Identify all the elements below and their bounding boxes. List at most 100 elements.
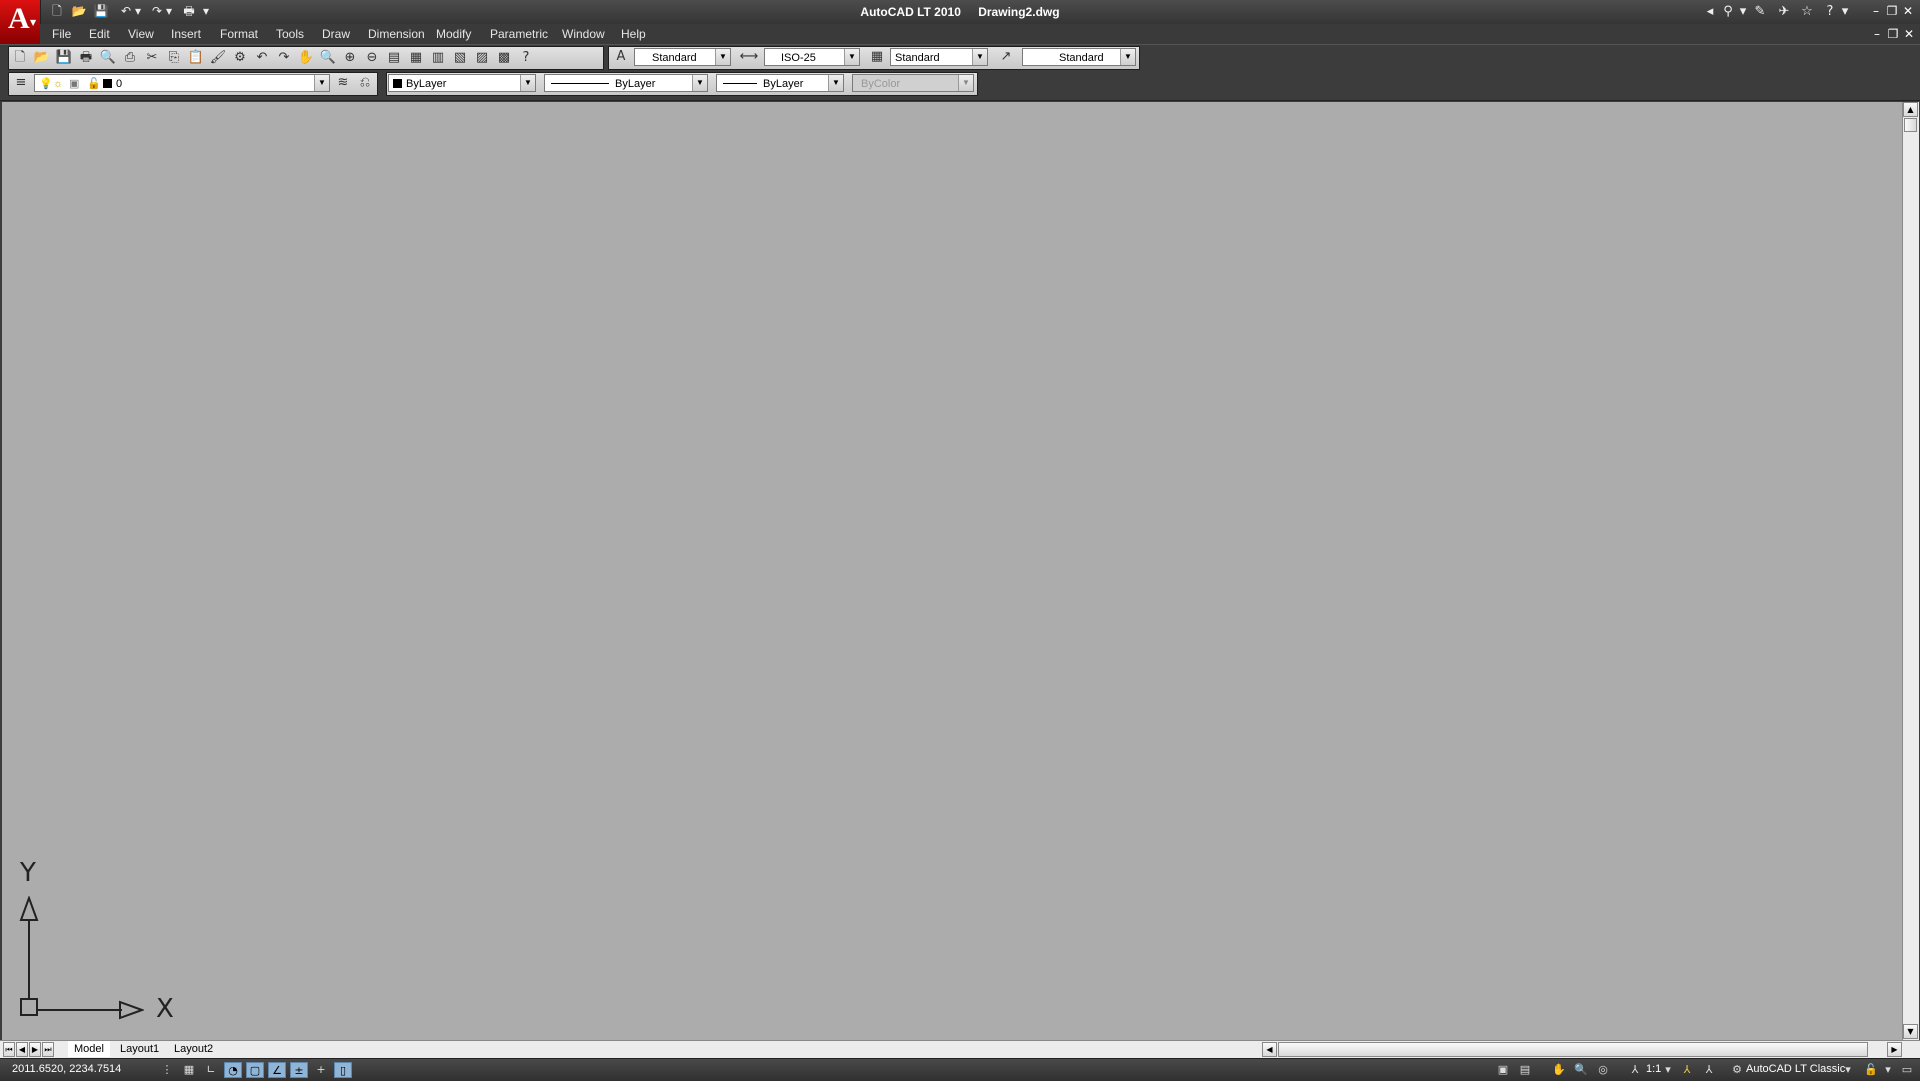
next-tab-icon[interactable]: ▶ <box>29 1042 41 1057</box>
chevron-down-icon[interactable]: ▾ <box>1662 1062 1674 1078</box>
subscription-center-icon[interactable]: ✎ <box>1750 3 1770 21</box>
document-close-icon[interactable]: ✕ <box>1902 26 1916 42</box>
open-file-icon[interactable]: 📂 <box>70 3 88 20</box>
annotation-scale-icon[interactable]: ⅄ <box>1626 1062 1644 1078</box>
table-style-icon[interactable]: ▦ <box>866 46 888 68</box>
menu-tools[interactable]: Tools <box>276 24 304 44</box>
table-style-combo[interactable]: Standard ▼ <box>890 48 988 66</box>
chevron-down-icon[interactable]: ▼ <box>1120 49 1135 65</box>
scroll-up-icon[interactable]: ▲ <box>1903 102 1918 117</box>
toolbar-lock-icon[interactable]: 🔓 <box>1862 1062 1880 1078</box>
zoom-icon[interactable]: 🔍 <box>1572 1062 1590 1078</box>
quick-access-customize-icon[interactable]: ▾ <box>200 3 212 20</box>
undo-dropdown-icon[interactable]: ▾ <box>133 3 143 20</box>
make-layer-current-icon[interactable]: ≋ <box>332 72 354 94</box>
coordinate-readout[interactable]: 2011.6520, 2234.7514 <box>12 1063 121 1075</box>
menu-view[interactable]: View <box>128 24 154 44</box>
chevron-down-icon[interactable]: ▼ <box>828 75 843 91</box>
menu-modify[interactable]: Modify <box>436 24 471 44</box>
clean-screen-icon[interactable]: ▭ <box>1898 1062 1916 1078</box>
scroll-right-icon[interactable]: ▶ <box>1887 1042 1902 1057</box>
plot-icon[interactable]: 🖶 <box>75 47 97 69</box>
scroll-left-icon[interactable]: ◀ <box>1262 1042 1277 1057</box>
lineweight-combo[interactable]: ByLayer ▼ <box>716 74 844 92</box>
chevron-down-icon[interactable]: ▼ <box>520 75 535 91</box>
minimize-icon[interactable]: – <box>1868 3 1884 19</box>
quick-properties-icon[interactable]: ▯ <box>334 1062 352 1078</box>
menu-format[interactable]: Format <box>220 24 258 44</box>
object-snap-icon[interactable]: ▢ <box>246 1062 264 1078</box>
model-space-icon[interactable]: ▣ <box>1494 1062 1512 1078</box>
restore-icon[interactable]: ❐ <box>1884 3 1900 19</box>
qnew-icon[interactable]: 🗋 <box>9 47 31 69</box>
menu-window[interactable]: Window <box>562 24 605 44</box>
vertical-scrollbar[interactable] <box>1902 102 1919 1040</box>
steering-wheel-icon[interactable]: ◎ <box>1594 1062 1612 1078</box>
chevron-down-icon[interactable]: ▼ <box>715 49 730 65</box>
open-icon[interactable]: 📂 <box>31 47 53 69</box>
polar-tracking-icon[interactable]: ◔ <box>224 1062 242 1078</box>
sheet-set-icon[interactable]: ▧ <box>449 47 471 69</box>
chevron-down-icon[interactable]: ▾ <box>1738 3 1748 21</box>
layer-properties-manager-icon[interactable]: ≡ <box>10 72 32 94</box>
annotation-visibility-icon[interactable]: ⅄ <box>1678 1062 1696 1078</box>
paste-icon[interactable]: 📋 <box>185 47 207 69</box>
undo-icon[interactable]: ↶ <box>251 47 273 69</box>
text-style-icon[interactable]: A <box>610 46 632 68</box>
grid-display-icon[interactable]: ▦ <box>180 1062 198 1078</box>
redo-icon[interactable]: ↷ <box>273 47 295 69</box>
snap-mode-icon[interactable]: ⋮ <box>158 1062 176 1078</box>
multileader-style-icon[interactable]: ↗ <box>995 46 1017 68</box>
pan-icon[interactable]: ✋ <box>295 47 317 69</box>
tab-model[interactable]: Model <box>68 1041 110 1057</box>
markup-set-icon[interactable]: ▨ <box>471 47 493 69</box>
auto-scale-icon[interactable]: ⅄ <box>1700 1062 1718 1078</box>
publish-icon[interactable]: ⎙ <box>119 47 141 69</box>
dimension-style-icon[interactable]: ⟷ <box>738 46 760 68</box>
color-combo[interactable]: ByLayer ▼ <box>388 74 536 92</box>
design-center-icon[interactable]: ▦ <box>405 47 427 69</box>
document-restore-icon[interactable]: ❐ <box>1886 26 1900 42</box>
pan-icon[interactable]: ✋ <box>1550 1062 1568 1078</box>
application-menu-button[interactable]: A ▼ <box>0 0 41 44</box>
last-tab-icon[interactable]: ⏭ <box>42 1042 54 1057</box>
block-editor-icon[interactable]: ⚙ <box>229 47 251 69</box>
plot-icon[interactable]: 🖶 <box>180 3 198 20</box>
tab-layout1[interactable]: Layout1 <box>114 1041 165 1057</box>
menu-file[interactable]: File <box>52 24 71 44</box>
zoom-window-icon[interactable]: ⊕ <box>339 47 361 69</box>
chevron-down-icon[interactable]: ▾ <box>1840 3 1850 21</box>
favorites-icon[interactable]: ☆ <box>1797 3 1817 21</box>
cut-icon[interactable]: ✂ <box>141 47 163 69</box>
communication-center-icon[interactable]: ✈ <box>1774 3 1794 21</box>
copy-icon[interactable]: ⎘ <box>163 47 185 69</box>
match-properties-icon[interactable]: 🖌 <box>207 47 229 69</box>
help-icon[interactable]: ? <box>515 47 537 69</box>
multileader-style-combo[interactable]: Standard ▼ <box>1022 48 1136 66</box>
scroll-down-icon[interactable]: ▼ <box>1903 1024 1918 1039</box>
zoom-realtime-icon[interactable]: 🔍 <box>317 47 339 69</box>
menu-parametric[interactable]: Parametric <box>490 24 548 44</box>
horizontal-scroll-thumb[interactable] <box>1278 1042 1868 1057</box>
binoculars-icon[interactable]: ⚲ <box>1718 3 1738 21</box>
text-style-combo[interactable]: Standard ▼ <box>634 48 731 66</box>
save-icon[interactable]: 💾 <box>92 3 110 20</box>
document-minimize-icon[interactable]: – <box>1870 26 1884 42</box>
linetype-combo[interactable]: ByLayer ▼ <box>544 74 708 92</box>
dimension-style-combo[interactable]: ISO-25 ▼ <box>764 48 860 66</box>
vertical-scroll-thumb[interactable] <box>1904 118 1917 132</box>
chevron-down-icon[interactable]: ▼ <box>972 49 987 65</box>
chevron-down-icon[interactable]: ▾ <box>1882 1062 1894 1078</box>
menu-edit[interactable]: Edit <box>89 24 110 44</box>
chevron-down-icon[interactable]: ▼ <box>692 75 707 91</box>
chevron-down-icon[interactable]: ▾ <box>1842 1062 1854 1078</box>
dynamic-input-icon[interactable]: ± <box>290 1062 308 1078</box>
workspace-gear-icon[interactable]: ⚙ <box>1728 1062 1746 1078</box>
close-icon[interactable]: ✕ <box>1900 3 1916 19</box>
help-icon[interactable]: ? <box>1820 3 1840 21</box>
zoom-previous-icon[interactable]: ⊖ <box>361 47 383 69</box>
tool-palettes-icon[interactable]: ▥ <box>427 47 449 69</box>
chevron-down-icon[interactable]: ▼ <box>844 49 859 65</box>
first-tab-icon[interactable]: ⏮ <box>3 1042 15 1057</box>
properties-icon[interactable]: ▤ <box>383 47 405 69</box>
